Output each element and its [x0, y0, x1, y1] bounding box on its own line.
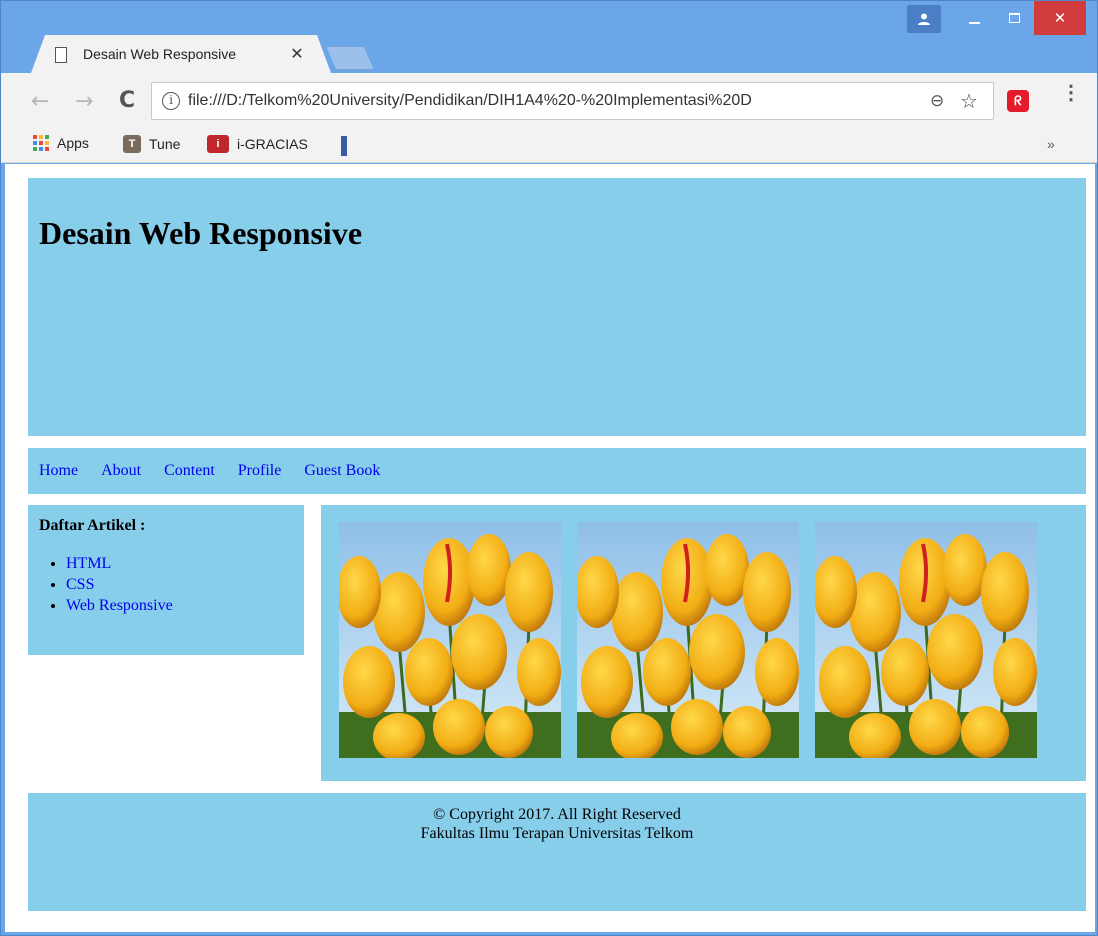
maximize-icon [1008, 13, 1020, 23]
maximize-button[interactable] [999, 1, 1029, 35]
bookmark-label: Tune [149, 136, 181, 152]
minimize-icon [968, 22, 980, 24]
bookmark-label: i-GRACIAS [237, 136, 308, 152]
profile-button[interactable] [907, 5, 941, 33]
tulip-image [339, 522, 561, 758]
info-icon[interactable]: i [162, 92, 180, 110]
bookmark-apps[interactable]: Apps [33, 135, 89, 151]
browser-toolbar: ← → C i file:///D:/Telkom%20University/P… [1, 73, 1097, 129]
new-tab-button[interactable] [326, 46, 374, 70]
page-header: Desain Web Responsive [28, 178, 1086, 436]
bookmark-star-icon[interactable]: ☆ [960, 89, 978, 113]
zoom-icon[interactable]: ⊖ [930, 91, 944, 111]
tulip-image [815, 522, 1037, 758]
list-item: CSS [66, 574, 293, 595]
more-bookmarks-icon[interactable]: » [1047, 136, 1055, 152]
back-icon[interactable]: ← [31, 89, 49, 114]
url-text[interactable]: file:///D:/Telkom%20University/Pendidika… [188, 92, 924, 110]
tune-icon: T [123, 135, 141, 153]
browser-window: ✕ Desain Web Responsive ✕ ← → C i file:/… [0, 0, 1098, 936]
article-link-css[interactable]: CSS [66, 576, 94, 593]
bookmark-igracias[interactable]: i i-GRACIAS [207, 135, 308, 153]
page-viewport: Desain Web Responsive Home About Content… [5, 164, 1095, 932]
tab-title: Desain Web Responsive [83, 46, 237, 62]
minimize-button[interactable] [959, 1, 989, 35]
article-link-web-responsive[interactable]: Web Responsive [66, 597, 173, 614]
close-icon: ✕ [1053, 9, 1067, 27]
nav-content[interactable]: Content [164, 462, 215, 480]
page-footer: © Copyright 2017. All Right Reserved Fak… [28, 793, 1086, 911]
bookmark-tune[interactable]: T Tune [123, 135, 180, 153]
reload-icon[interactable]: C [119, 88, 135, 113]
antivirus-extension-icon[interactable]: ᖇ [1007, 90, 1029, 112]
content-gallery [321, 505, 1086, 781]
sidebar-title: Daftar Artikel : [39, 517, 146, 534]
page-nav: Home About Content Profile Guest Book [28, 448, 1086, 494]
article-sidebar: Daftar Artikel : HTML CSS Web Responsive [28, 505, 304, 655]
nav-home[interactable]: Home [39, 462, 78, 480]
close-button[interactable]: ✕ [1034, 1, 1086, 35]
copyright-text: © Copyright 2017. All Right Reserved [433, 806, 681, 823]
bookmark-folder-icon[interactable] [341, 136, 347, 156]
forward-icon[interactable]: → [75, 89, 93, 114]
nav-profile[interactable]: Profile [238, 462, 282, 480]
igracias-icon: i [207, 135, 229, 153]
address-bar[interactable]: i file:///D:/Telkom%20University/Pendidi… [151, 82, 994, 120]
tab-desain-web-responsive[interactable]: Desain Web Responsive ✕ [31, 35, 331, 73]
article-link-html[interactable]: HTML [66, 555, 111, 572]
page-title: Desain Web Responsive [39, 215, 363, 251]
person-icon [918, 13, 930, 25]
nav-about[interactable]: About [101, 462, 141, 480]
list-item: HTML [66, 553, 293, 574]
article-list: HTML CSS Web Responsive [66, 553, 293, 616]
bookmark-label: Apps [57, 135, 89, 151]
title-bar: ✕ Desain Web Responsive ✕ [1, 1, 1098, 71]
apps-grid-icon [33, 135, 49, 151]
list-item: Web Responsive [66, 595, 293, 616]
faculty-text: Fakultas Ilmu Terapan Universitas Telkom [420, 825, 694, 842]
tulip-image [577, 522, 799, 758]
bookmarks-bar: Apps T Tune i i-GRACIAS » [1, 129, 1097, 163]
tab-close-icon[interactable]: ✕ [287, 44, 307, 64]
page-icon [55, 47, 67, 63]
menu-icon[interactable]: ⋮ [1061, 83, 1081, 103]
nav-guest-book[interactable]: Guest Book [304, 462, 380, 480]
